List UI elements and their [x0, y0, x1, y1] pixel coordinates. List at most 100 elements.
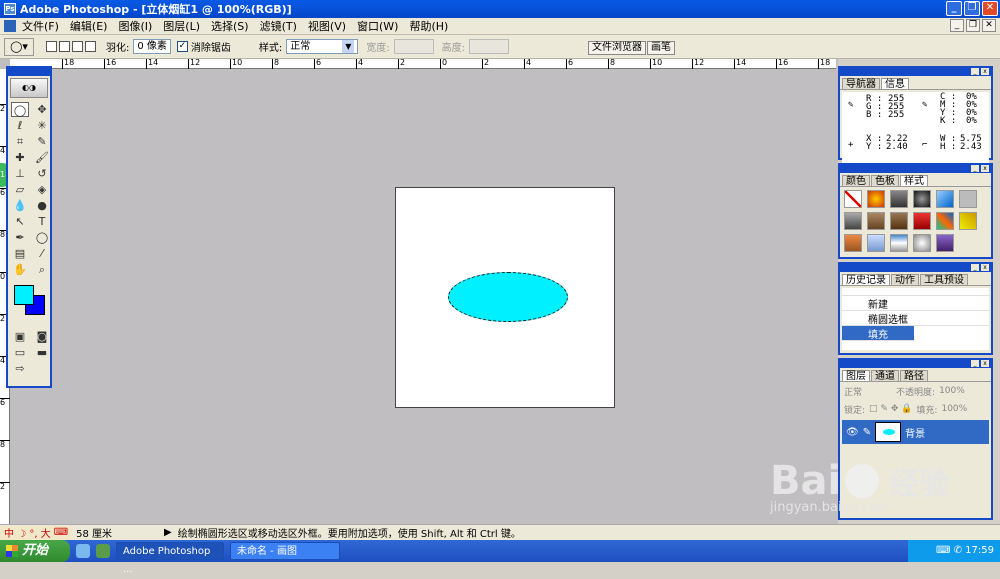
menu-select[interactable]: 选择(S): [211, 18, 249, 34]
menu-layer[interactable]: 图层(L): [163, 18, 200, 34]
close-button[interactable]: ✕: [982, 1, 998, 16]
ps-logo-icon[interactable]: ◐◑: [10, 78, 48, 98]
panel-minimize-icon[interactable]: _: [971, 264, 979, 271]
new-selection-icon[interactable]: [46, 41, 57, 52]
fullscreen-mode-icon[interactable]: ▬: [33, 345, 51, 360]
doc-close-button[interactable]: ✕: [982, 19, 996, 32]
ime-toolbar[interactable]: 中 ☽ °, 大 ⌨: [0, 525, 73, 540]
style-select[interactable]: 正常 ▼: [286, 39, 359, 54]
blend-mode-select[interactable]: 正常: [844, 385, 862, 398]
style-swatch[interactable]: [913, 190, 931, 208]
path-selection-tool-icon[interactable]: ↖: [11, 214, 29, 229]
style-swatch[interactable]: [844, 190, 862, 208]
tab-paths[interactable]: 路径: [900, 370, 928, 382]
style-swatch[interactable]: [867, 212, 885, 230]
task-paint[interactable]: 未命名 - 画图: [230, 542, 340, 560]
lasso-tool-icon[interactable]: ℓ: [11, 118, 29, 133]
task-photoshop[interactable]: Adobe Photoshop ...: [116, 542, 224, 575]
panel-close-icon[interactable]: x: [981, 360, 989, 367]
style-swatch[interactable]: [913, 212, 931, 230]
menu-edit[interactable]: 编辑(E): [70, 18, 108, 34]
pen-tool-icon[interactable]: ✒: [11, 230, 29, 245]
tab-history[interactable]: 历史记录: [842, 274, 890, 286]
style-swatch[interactable]: [890, 212, 908, 230]
type-tool-icon[interactable]: T: [33, 214, 51, 229]
ellipse-selection[interactable]: [448, 272, 568, 322]
antialias-checkbox[interactable]: ✓: [176, 41, 188, 52]
menu-window[interactable]: 窗口(W): [357, 18, 398, 34]
intersect-selection-icon[interactable]: [85, 41, 96, 52]
history-item[interactable]: 新建: [842, 296, 989, 311]
panel-minimize-icon[interactable]: _: [971, 360, 979, 367]
style-swatch[interactable]: [844, 234, 862, 252]
tab-layers[interactable]: 图层: [842, 370, 870, 382]
tab-tool-presets[interactable]: 工具预设: [920, 274, 968, 286]
shape-tool-icon[interactable]: ◯: [33, 230, 51, 245]
panel-close-icon[interactable]: x: [981, 165, 989, 172]
opacity-value[interactable]: 100%: [939, 386, 965, 396]
style-swatch[interactable]: [890, 190, 908, 208]
restore-button[interactable]: ❐: [964, 1, 980, 16]
tray-icons[interactable]: ⌨ ✆: [936, 545, 965, 556]
slice-tool-icon[interactable]: ✎: [33, 134, 51, 149]
tab-file-browser[interactable]: 文件浏览器: [588, 41, 646, 55]
menu-file[interactable]: 文件(F): [22, 18, 59, 34]
style-swatch[interactable]: [867, 234, 885, 252]
feather-input[interactable]: 0 像素: [133, 39, 171, 54]
style-swatch[interactable]: [959, 190, 977, 208]
hand-tool-icon[interactable]: ✋: [11, 262, 29, 277]
tool-preset-picker[interactable]: ◯▾: [4, 37, 34, 56]
style-swatch[interactable]: [867, 190, 885, 208]
dodge-tool-icon[interactable]: ●: [33, 198, 51, 213]
height-input[interactable]: [469, 39, 510, 54]
panel-close-icon[interactable]: x: [981, 264, 989, 271]
tab-swatches[interactable]: 色板: [871, 175, 899, 187]
style-swatch[interactable]: [844, 212, 862, 230]
lock-icon[interactable]: □ ✎ ✥ 🔒: [869, 404, 912, 414]
fill-value[interactable]: 100%: [941, 404, 967, 414]
start-button[interactable]: 开始: [0, 540, 70, 562]
jump-to-imageready-icon[interactable]: ⇨: [11, 361, 29, 376]
panel-minimize-icon[interactable]: _: [971, 165, 979, 172]
menu-image[interactable]: 图像(I): [118, 18, 152, 34]
panel-close-icon[interactable]: x: [981, 68, 989, 75]
minimize-button[interactable]: _: [946, 1, 962, 16]
quick-mask-icon[interactable]: ◙: [33, 329, 51, 344]
doc-restore-button[interactable]: ❐: [966, 19, 980, 32]
paint-bucket-tool-icon[interactable]: ◈: [33, 182, 51, 197]
doc-minimize-button[interactable]: _: [950, 19, 964, 32]
width-input[interactable]: [393, 39, 434, 54]
menu-help[interactable]: 帮助(H): [409, 18, 448, 34]
menu-view[interactable]: 视图(V): [308, 18, 346, 34]
ellipse-marquee-tool-icon[interactable]: ◯: [11, 102, 29, 117]
document-canvas[interactable]: [395, 187, 615, 408]
toolbox-titlebar[interactable]: [8, 68, 50, 76]
healing-brush-tool-icon[interactable]: ✚: [11, 150, 29, 165]
history-item[interactable]: 椭圆选框: [842, 311, 989, 326]
tab-navigator[interactable]: 导航器: [842, 78, 880, 90]
style-swatch[interactable]: [936, 190, 954, 208]
zoom-tool-icon[interactable]: ⌕: [33, 262, 51, 277]
notes-tool-icon[interactable]: ▤: [11, 246, 29, 261]
history-snapshot[interactable]: [842, 288, 989, 296]
style-swatch[interactable]: [936, 212, 954, 230]
blur-tool-icon[interactable]: 💧: [11, 198, 29, 213]
add-selection-icon[interactable]: [59, 41, 70, 52]
tab-actions[interactable]: 动作: [891, 274, 919, 286]
clone-stamp-tool-icon[interactable]: ⊥: [11, 166, 29, 181]
history-brush-tool-icon[interactable]: ↺: [33, 166, 51, 181]
ie-icon[interactable]: [76, 544, 90, 558]
eye-icon[interactable]: 👁: [846, 427, 859, 438]
style-swatch[interactable]: [913, 234, 931, 252]
tab-color[interactable]: 颜色: [842, 175, 870, 187]
magic-wand-tool-icon[interactable]: ✳: [33, 118, 51, 133]
desktop-icon[interactable]: [96, 544, 110, 558]
panel-minimize-icon[interactable]: _: [971, 68, 979, 75]
style-swatch[interactable]: [959, 212, 977, 230]
standard-mode-icon[interactable]: ▣: [11, 329, 29, 344]
tab-info[interactable]: 信息: [881, 78, 909, 90]
history-item[interactable]: 填充: [842, 326, 914, 341]
tab-brushes[interactable]: 画笔: [647, 41, 675, 55]
eraser-tool-icon[interactable]: ▱: [11, 182, 29, 197]
tab-styles[interactable]: 样式: [900, 175, 928, 187]
